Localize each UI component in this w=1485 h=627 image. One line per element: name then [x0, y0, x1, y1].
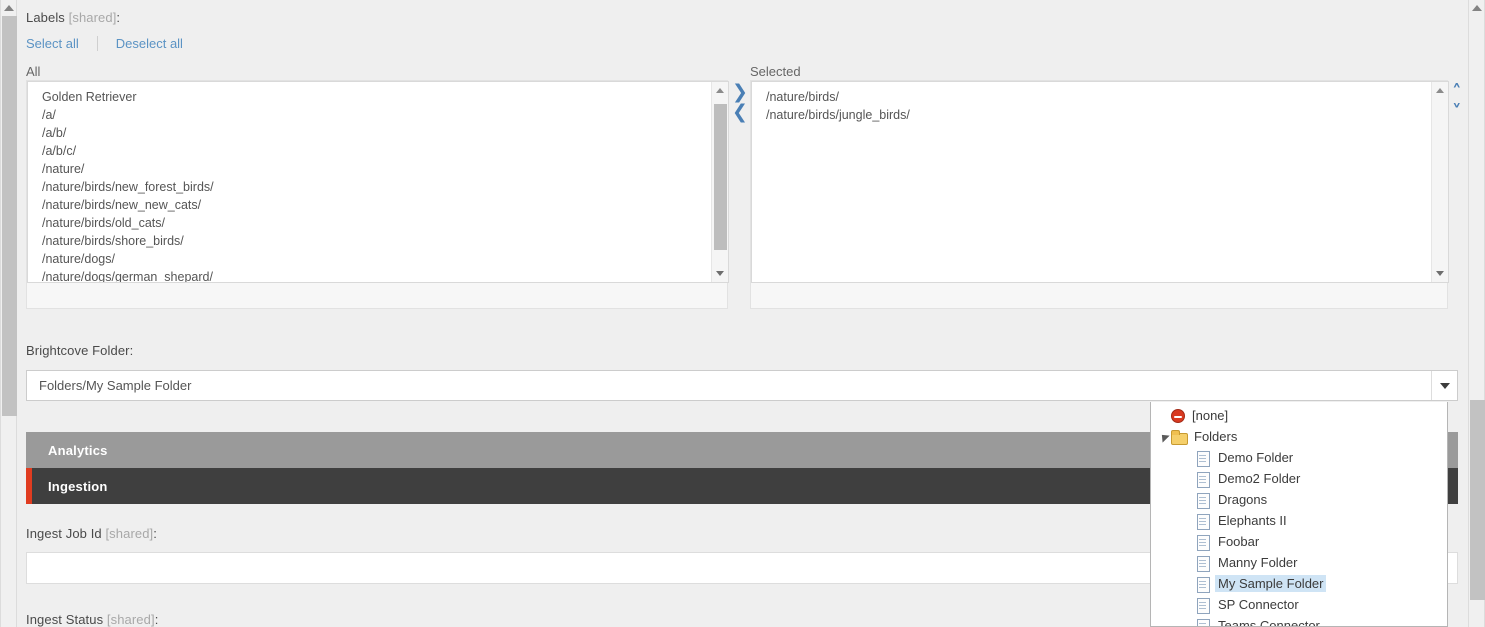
labels-colon: : [116, 10, 121, 25]
tree-item-label: Demo Folder [1218, 450, 1294, 465]
analytics-section-title: Analytics [48, 442, 108, 458]
brightcove-folder-dropdown-button[interactable] [1431, 371, 1457, 400]
tree-item-label: [none] [1192, 408, 1229, 423]
folder-tree[interactable]: [none] Folders Demo Folder Demo2 Folder Drag… [1151, 402, 1447, 627]
tree-item-label: Demo2 Folder [1218, 471, 1301, 486]
document-icon [1195, 534, 1211, 551]
all-labels-list[interactable]: Golden Retriever/a//a/b//a/b/c//nature//… [28, 82, 710, 282]
chevron-down-icon [1439, 382, 1450, 389]
ingest-status-colon: : [154, 612, 159, 627]
folder-icon [1171, 429, 1188, 445]
scrollbar-thumb[interactable] [2, 16, 17, 416]
list-scrollbar-thumb[interactable] [714, 104, 727, 250]
all-labels-panel: Golden Retriever/a//a/b//a/b/c//nature//… [26, 80, 729, 309]
ingest-status-label: Ingest Status [shared]: [26, 612, 158, 627]
selected-labels-listbox[interactable]: /nature/birds//nature/birds/jungle_birds… [751, 81, 1449, 283]
no-entry-icon [1171, 409, 1185, 423]
list-scroll-up-icon[interactable] [716, 88, 724, 93]
all-list-scrollbar[interactable] [711, 82, 728, 282]
ingest-job-id-colon: : [153, 526, 157, 541]
reorder-buttons: ˄ ˅ [1452, 82, 1467, 122]
list-item[interactable]: /a/b/c/ [42, 142, 710, 160]
move-up-button[interactable]: ˄ [1452, 82, 1467, 102]
brightcove-folder-value[interactable]: Folders/My Sample Folder [27, 378, 1431, 393]
deselect-all-link[interactable]: Deselect all [116, 36, 183, 51]
list-item[interactable]: Golden Retriever [42, 88, 710, 106]
ingestion-section-title: Ingestion [48, 478, 108, 494]
tree-item-label: Folders [1194, 429, 1238, 444]
document-icon [1195, 492, 1211, 509]
select-all-link[interactable]: Select all [26, 36, 79, 51]
ingest-job-id-shared-tag: [shared] [105, 526, 154, 541]
document-icon [1195, 597, 1211, 614]
list-scroll-down-icon[interactable] [716, 271, 724, 276]
list-item[interactable]: /nature/dogs/german_shepard/ [42, 268, 710, 282]
document-icon [1195, 618, 1211, 626]
ingest-job-id-label-text: Ingest Job Id [26, 526, 102, 541]
list-item[interactable]: /a/b/ [42, 124, 710, 142]
page-scrollbar-left[interactable] [0, 0, 17, 627]
tree-item[interactable]: Folders [1151, 426, 1447, 447]
tree-item-label: My Sample Folder [1215, 575, 1327, 592]
labels-field-label: Labels [shared]: [26, 10, 120, 25]
tree-item[interactable]: SP Connector [1151, 594, 1447, 615]
list-scroll-up-icon[interactable] [1436, 88, 1444, 93]
tree-item[interactable]: Manny Folder [1151, 552, 1447, 573]
select-links-row: Select all Deselect all [26, 36, 183, 51]
list-item[interactable]: /a/ [42, 106, 710, 124]
ingest-job-id-label: Ingest Job Id [shared]: [26, 526, 157, 541]
tree-item[interactable]: My Sample Folder [1151, 573, 1447, 594]
tree-item[interactable]: Dragons [1151, 489, 1447, 510]
list-item[interactable]: /nature/birds/old_cats/ [42, 214, 710, 232]
scroll-up-arrow-icon[interactable] [1472, 5, 1482, 11]
ingest-status-label-text: Ingest Status [26, 612, 104, 627]
tree-item[interactable]: [none] [1151, 405, 1447, 426]
list-item[interactable]: /nature/birds/shore_birds/ [42, 232, 710, 250]
list-item[interactable]: /nature/dogs/ [42, 250, 710, 268]
tree-item-label: SP Connector [1218, 597, 1299, 612]
list-scroll-down-icon[interactable] [1436, 271, 1444, 276]
all-labels-listbox[interactable]: Golden Retriever/a//a/b//a/b/c//nature//… [27, 81, 729, 283]
list-item[interactable]: /nature/birds/ [766, 88, 1430, 106]
tree-item[interactable]: Foobar [1151, 531, 1447, 552]
tree-item-label: Manny Folder [1218, 555, 1298, 570]
tree-item-label: Dragons [1218, 492, 1268, 507]
labels-label-text: Labels [26, 10, 65, 25]
link-divider [96, 36, 98, 51]
selected-labels-panel: /nature/birds//nature/birds/jungle_birds… [750, 80, 1449, 309]
tree-item-label: Foobar [1218, 534, 1260, 549]
list-item[interactable]: /nature/birds/jungle_birds/ [766, 106, 1430, 124]
list-item[interactable]: /nature/ [42, 160, 710, 178]
selected-column-heading: Selected [750, 64, 801, 79]
selected-list-scrollbar[interactable] [1431, 82, 1448, 282]
tree-item[interactable]: Elephants II [1151, 510, 1447, 531]
document-icon [1195, 450, 1211, 467]
scroll-up-arrow-icon[interactable] [4, 5, 14, 11]
all-column-heading: All [26, 64, 41, 79]
scrollbar-thumb[interactable] [1470, 400, 1485, 600]
document-icon [1195, 513, 1211, 530]
brightcove-folder-select[interactable]: Folders/My Sample Folder [26, 370, 1458, 401]
document-icon [1195, 471, 1211, 488]
ingest-status-shared-tag: [shared] [106, 612, 155, 627]
tree-item[interactable]: Demo Folder [1151, 447, 1447, 468]
list-item[interactable]: /nature/birds/new_forest_birds/ [42, 178, 710, 196]
labels-shared-tag: [shared] [68, 10, 117, 25]
list-item[interactable]: /nature/birds/new_new_cats/ [42, 196, 710, 214]
document-icon [1195, 555, 1211, 572]
tree-item-label: Elephants II [1218, 513, 1287, 528]
page-scrollbar-right[interactable] [1468, 0, 1485, 627]
selected-labels-list[interactable]: /nature/birds//nature/birds/jungle_birds… [752, 82, 1430, 282]
brightcove-folder-dropdown-panel[interactable]: [none] Folders Demo Folder Demo2 Folder Drag… [1150, 402, 1448, 627]
brightcove-folder-label: Brightcove Folder: [26, 343, 134, 358]
tree-item-label: Teams Connector [1218, 618, 1320, 627]
tree-item[interactable]: Teams Connector [1151, 615, 1447, 627]
tree-item[interactable]: Demo2 Folder [1151, 468, 1447, 489]
document-icon [1195, 576, 1211, 593]
move-down-button[interactable]: ˅ [1452, 102, 1467, 122]
tree-expand-toggle-icon[interactable] [1158, 430, 1170, 443]
